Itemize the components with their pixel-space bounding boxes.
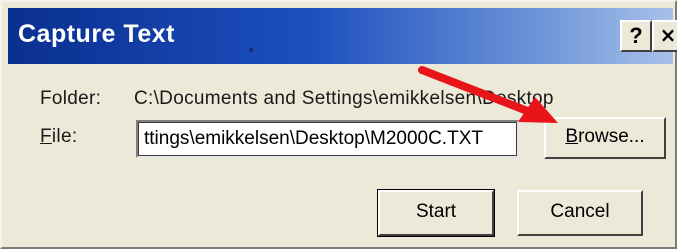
window-title: Capture Text	[18, 20, 175, 48]
title-bar[interactable]: Capture Text ? ×	[8, 8, 677, 64]
cancel-button[interactable]: Cancel	[517, 190, 643, 236]
help-button[interactable]: ?	[620, 20, 652, 52]
file-label-text: ile:	[51, 126, 78, 147]
close-button[interactable]: ×	[652, 20, 677, 52]
browse-button-accelerator: B	[565, 126, 579, 147]
folder-label: Folder:	[40, 88, 102, 109]
start-button[interactable]: Start	[377, 189, 495, 237]
file-label-accelerator: F	[40, 126, 52, 147]
file-path-input[interactable]	[136, 120, 519, 158]
title-bar-speck	[249, 48, 253, 52]
screenshot: Capture Text ? × Folder: C:\Documents an…	[0, 0, 677, 249]
browse-button[interactable]: Browse...	[544, 117, 666, 159]
capture-text-dialog: Capture Text ? × Folder: C:\Documents an…	[0, 0, 677, 249]
browse-button-label: rowse...	[578, 126, 645, 147]
file-label: File:	[40, 126, 77, 148]
folder-path-value: C:\Documents and Settings\emikkelsen\Des…	[134, 88, 554, 109]
